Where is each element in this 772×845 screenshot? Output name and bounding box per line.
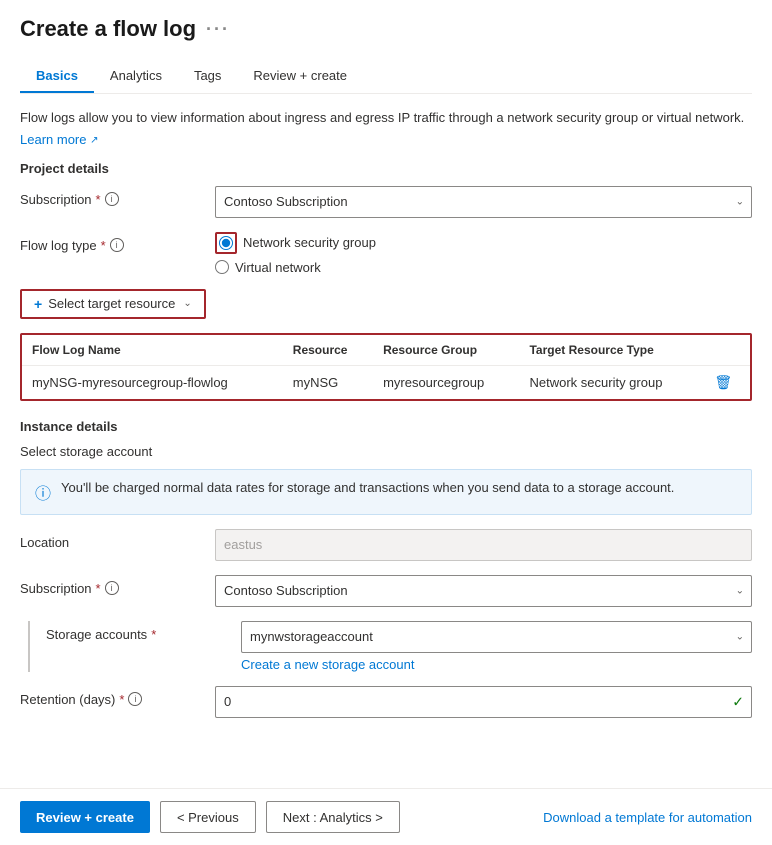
retention-control: 0 ✓ [215, 686, 752, 718]
select-target-resource-button[interactable]: + Select target resource ⌄ [20, 289, 206, 319]
cell-resource: myNSG [283, 365, 373, 399]
storage-section-label: Select storage account [20, 444, 752, 459]
subscription-required: * [96, 192, 101, 207]
page-header: Create a flow log ··· [20, 16, 752, 42]
location-row: Location [20, 529, 752, 561]
retention-required: * [119, 692, 124, 707]
tab-analytics[interactable]: Analytics [94, 60, 178, 93]
info-circle-icon: ⓘ [35, 480, 51, 504]
col-actions [704, 335, 750, 366]
cell-flow-log-name: myNSG-myresourcegroup-flowlog [22, 365, 283, 399]
storage-subscription-required: * [96, 581, 101, 596]
storage-subscription-info-icon[interactable]: i [105, 581, 119, 595]
storage-accounts-dropdown[interactable]: mynwstorageaccount [241, 621, 752, 653]
tab-basics[interactable]: Basics [20, 60, 94, 93]
col-resource-group: Resource Group [373, 335, 519, 366]
radio-vnet-label: Virtual network [235, 260, 321, 275]
radio-vnet[interactable]: Virtual network [215, 260, 752, 275]
page-title-dots: ··· [206, 19, 230, 40]
storage-accounts-required: * [151, 627, 156, 642]
delete-icon[interactable]: 🗑 [714, 374, 732, 390]
location-label: Location [20, 529, 205, 550]
retention-info-icon[interactable]: i [128, 692, 142, 706]
resource-table: Flow Log Name Resource Resource Group Ta… [22, 335, 750, 399]
col-flow-log-name: Flow Log Name [22, 335, 283, 366]
flow-log-type-radio-group: Network security group Virtual network [215, 232, 752, 275]
storage-subscription-dropdown[interactable]: Contoso Subscription [215, 575, 752, 607]
project-details-heading: Project details [20, 161, 752, 176]
storage-accounts-row: Storage accounts * mynwstorageaccount ⌄ … [28, 621, 752, 672]
subscription-label: Subscription * i [20, 186, 205, 207]
storage-info-text: You'll be charged normal data rates for … [61, 480, 674, 495]
description-text: Flow logs allow you to view information … [20, 108, 752, 128]
retention-label: Retention (days) * i [20, 686, 205, 707]
radio-nsg[interactable]: Network security group [215, 232, 752, 254]
instance-details-heading: Instance details [20, 419, 752, 434]
radio-nsg-label: Network security group [243, 235, 376, 250]
tab-bar: Basics Analytics Tags Review + create [20, 60, 752, 94]
col-target-resource-type: Target Resource Type [519, 335, 704, 366]
next-analytics-button[interactable]: Next : Analytics > [266, 801, 400, 833]
learn-more-link[interactable]: Learn more ↗ [20, 132, 99, 147]
location-control [215, 529, 752, 561]
radio-nsg-input[interactable] [219, 236, 233, 250]
review-create-button[interactable]: Review + create [20, 801, 150, 833]
plus-icon: + [34, 296, 42, 312]
flow-log-type-row: Flow log type * i Network security group… [20, 232, 752, 275]
flow-log-type-required: * [101, 238, 106, 253]
tab-tags[interactable]: Tags [178, 60, 237, 93]
download-template-link[interactable]: Download a template for automation [543, 810, 752, 825]
flow-log-type-control: Network security group Virtual network [215, 232, 752, 275]
previous-button[interactable]: < Previous [160, 801, 256, 833]
storage-info-box: ⓘ You'll be charged normal data rates fo… [20, 469, 752, 515]
storage-subscription-label: Subscription * i [20, 575, 205, 596]
select-resource-chevron-icon: ⌄ [183, 298, 191, 309]
storage-subscription-row: Subscription * i Contoso Subscription ⌄ [20, 575, 752, 607]
col-resource: Resource [283, 335, 373, 366]
cell-target-resource-type: Network security group [519, 365, 704, 399]
table-row: myNSG-myresourcegroup-flowlog myNSG myre… [22, 365, 750, 399]
footer-bar: Review + create < Previous Next : Analyt… [0, 788, 772, 845]
radio-vnet-input[interactable] [215, 260, 229, 274]
flow-log-type-label: Flow log type * i [20, 232, 205, 253]
retention-dropdown[interactable]: 0 [215, 686, 752, 718]
storage-accounts-control: mynwstorageaccount ⌄ Create a new storag… [241, 621, 752, 672]
cell-delete[interactable]: 🗑 [704, 365, 750, 399]
cell-resource-group: myresourcegroup [373, 365, 519, 399]
flow-log-type-info-icon[interactable]: i [110, 238, 124, 252]
storage-subscription-control: Contoso Subscription ⌄ [215, 575, 752, 607]
retention-row: Retention (days) * i 0 ✓ [20, 686, 752, 718]
subscription-info-icon[interactable]: i [105, 192, 119, 206]
subscription-row: Subscription * i Contoso Subscription ⌄ [20, 186, 752, 218]
resource-table-container: Flow Log Name Resource Resource Group Ta… [20, 333, 752, 401]
location-input [215, 529, 752, 561]
storage-accounts-label: Storage accounts * [46, 621, 231, 642]
tab-review-create[interactable]: Review + create [237, 60, 363, 93]
page-title: Create a flow log [20, 16, 196, 42]
create-storage-account-link[interactable]: Create a new storage account [241, 657, 752, 672]
subscription-control: Contoso Subscription ⌄ [215, 186, 752, 218]
select-resource-label: Select target resource [48, 296, 175, 311]
subscription-dropdown[interactable]: Contoso Subscription [215, 186, 752, 218]
